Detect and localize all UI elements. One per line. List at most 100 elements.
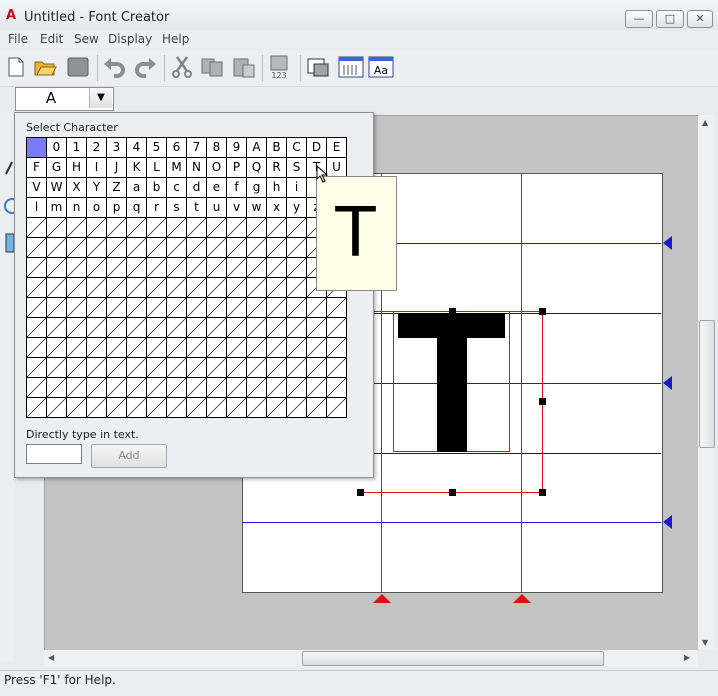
resize-handle[interactable] (539, 398, 546, 405)
character-cell[interactable]: 2 (87, 138, 107, 158)
circle-tool-icon[interactable] (2, 196, 14, 216)
character-cell[interactable]: p (107, 198, 127, 218)
character-cell[interactable]: d (187, 178, 207, 198)
vertical-scroll-thumb[interactable] (699, 320, 715, 448)
cut-icon[interactable] (170, 56, 194, 78)
scroll-down-icon[interactable]: ▼ (702, 638, 708, 647)
character-cell[interactable]: C (287, 138, 307, 158)
character-cell[interactable]: f (227, 178, 247, 198)
maximize-button[interactable]: □ (656, 10, 684, 28)
undo-icon[interactable] (102, 56, 126, 78)
character-cell[interactable]: l (27, 198, 47, 218)
font-preview-icon[interactable]: Aa (368, 56, 394, 78)
character-cell[interactable]: Q (247, 158, 267, 178)
open-folder-icon[interactable] (33, 56, 57, 78)
character-cell[interactable]: U (327, 158, 347, 178)
guide-marker-icon[interactable] (373, 593, 391, 603)
resize-handle[interactable] (449, 308, 456, 315)
guide-marker-icon[interactable] (662, 376, 672, 390)
character-cell[interactable]: t (187, 198, 207, 218)
resize-handle[interactable] (539, 308, 546, 315)
character-cell[interactable]: K (127, 158, 147, 178)
character-cell[interactable]: Y (87, 178, 107, 198)
character-cell[interactable]: i (287, 178, 307, 198)
character-cell[interactable]: W (47, 178, 67, 198)
character-cell[interactable]: n (67, 198, 87, 218)
guide-marker-icon[interactable] (662, 236, 672, 250)
character-cell[interactable]: q (127, 198, 147, 218)
character-cell[interactable]: o (87, 198, 107, 218)
character-cell[interactable]: F (27, 158, 47, 178)
character-cell[interactable]: e (207, 178, 227, 198)
character-cell[interactable]: 0 (47, 138, 67, 158)
character-cell[interactable]: g (247, 178, 267, 198)
display-grid-icon[interactable] (338, 56, 364, 78)
character-cell[interactable]: E (327, 138, 347, 158)
character-cell[interactable]: G (47, 158, 67, 178)
redo-icon[interactable] (134, 56, 158, 78)
character-cell[interactable]: v (227, 198, 247, 218)
scroll-left-icon[interactable]: ◀ (48, 653, 54, 662)
menu-sew[interactable]: Sew (74, 32, 99, 46)
character-cell[interactable]: L (147, 158, 167, 178)
character-cell[interactable]: A (247, 138, 267, 158)
character-cell[interactable]: S (287, 158, 307, 178)
character-cell[interactable]: O (207, 158, 227, 178)
character-cell[interactable]: 7 (187, 138, 207, 158)
character-cell[interactable]: I (87, 158, 107, 178)
menu-display[interactable]: Display (108, 32, 152, 46)
character-cell[interactable]: N (187, 158, 207, 178)
save-icon[interactable] (66, 56, 90, 78)
guide-marker-icon[interactable] (513, 593, 531, 603)
character-cell[interactable]: 9 (227, 138, 247, 158)
resize-handle[interactable] (539, 489, 546, 496)
character-cell[interactable]: 1 (67, 138, 87, 158)
character-cell[interactable]: R (267, 158, 287, 178)
scroll-up-icon[interactable]: ▲ (702, 118, 708, 127)
close-button[interactable]: ✕ (687, 10, 713, 28)
select-region-icon[interactable] (306, 56, 330, 78)
chevron-down-icon[interactable]: ▼ (89, 88, 112, 108)
resize-handle[interactable] (449, 489, 456, 496)
minimize-button[interactable]: — (625, 10, 653, 28)
copy-icon[interactable] (200, 56, 224, 78)
character-cell[interactable]: 8 (207, 138, 227, 158)
character-cell[interactable]: s (167, 198, 187, 218)
character-cell[interactable]: b (147, 178, 167, 198)
character-cell[interactable]: H (67, 158, 87, 178)
paste-icon[interactable] (232, 56, 256, 78)
character-cell[interactable]: c (167, 178, 187, 198)
horizontal-scroll-thumb[interactable] (302, 651, 604, 666)
scroll-right-icon[interactable]: ▶ (684, 653, 690, 662)
character-cell[interactable]: a (127, 178, 147, 198)
character-cell[interactable]: 6 (167, 138, 187, 158)
direct-text-input[interactable] (26, 444, 82, 464)
character-cell[interactable]: 5 (147, 138, 167, 158)
character-cell[interactable]: V (27, 178, 47, 198)
character-cell[interactable]: y (287, 198, 307, 218)
pen-tool-icon[interactable] (2, 160, 14, 180)
numbering-icon[interactable]: 123 (268, 54, 292, 80)
menu-file[interactable]: File (8, 32, 28, 46)
character-cell[interactable]: J (107, 158, 127, 178)
character-cell[interactable]: B (267, 138, 287, 158)
character-cell[interactable] (27, 138, 47, 158)
character-cell[interactable]: u (207, 198, 227, 218)
character-cell[interactable]: M (167, 158, 187, 178)
character-cell[interactable]: X (67, 178, 87, 198)
character-cell[interactable]: m (47, 198, 67, 218)
character-cell[interactable]: r (147, 198, 167, 218)
character-cell[interactable]: 4 (127, 138, 147, 158)
menu-help[interactable]: Help (162, 32, 189, 46)
menu-edit[interactable]: Edit (40, 32, 63, 46)
resize-handle[interactable] (357, 489, 364, 496)
character-cell[interactable]: Z (107, 178, 127, 198)
character-cell[interactable]: P (227, 158, 247, 178)
character-cell[interactable]: h (267, 178, 287, 198)
fill-tool-icon[interactable] (2, 232, 14, 254)
character-cell[interactable]: w (247, 198, 267, 218)
guide-marker-icon[interactable] (662, 515, 672, 529)
new-file-icon[interactable] (4, 56, 28, 78)
add-button[interactable]: Add (91, 444, 167, 468)
character-cell[interactable]: x (267, 198, 287, 218)
